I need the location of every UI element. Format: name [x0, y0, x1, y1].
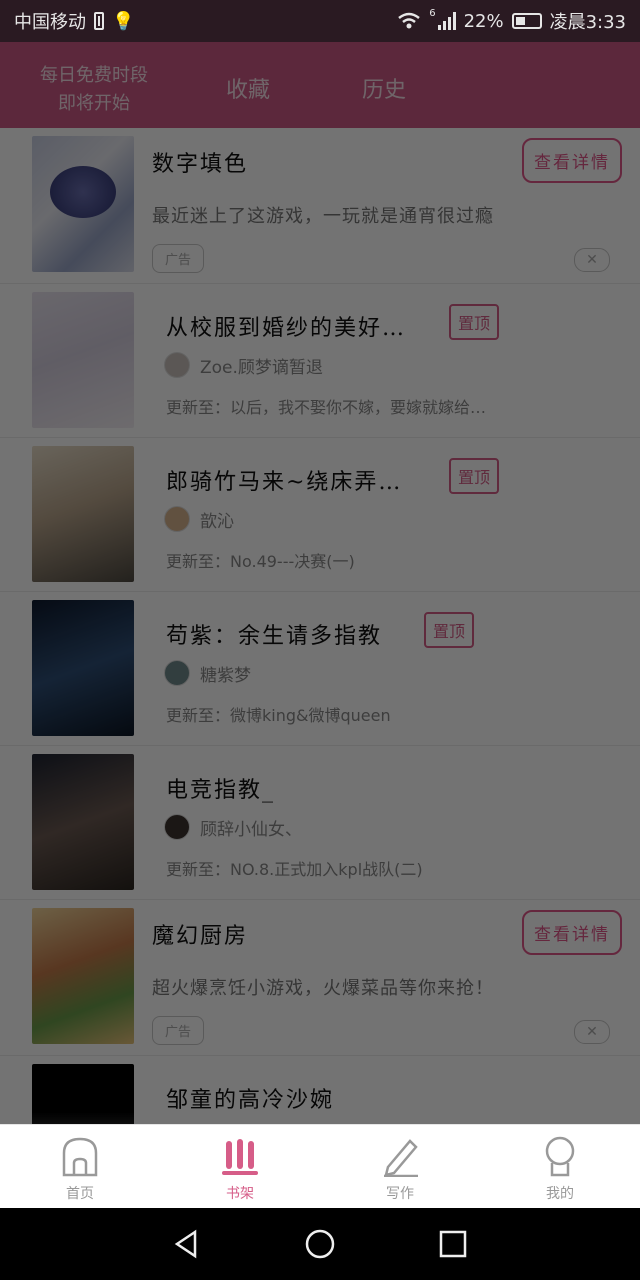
ad-item[interactable]: 数字填色 最近迷上了这游戏，一玩就是通宵很过瘾 查看详情 广告 ✕ [0, 128, 640, 284]
wifi-icon [398, 12, 420, 29]
author-avatar [164, 814, 190, 840]
author-name: 顾辞小仙女、 [200, 819, 302, 840]
system-nav-bar [0, 1208, 640, 1280]
tab-write[interactable]: 写作 [320, 1125, 480, 1209]
profile-icon [545, 1136, 575, 1177]
close-ad-button[interactable]: ✕ [574, 248, 610, 272]
book-cover [32, 446, 134, 582]
home-icon [62, 1137, 98, 1177]
battery-percent: 22% [463, 10, 504, 32]
view-details-button[interactable]: 查看详情 [522, 138, 622, 183]
book-item[interactable]: 从校服到婚纱的美好… 置顶 Zoe.顾梦谪暂退 更新至：以后，我不娶你不嫁，要嫁… [0, 284, 640, 438]
pin-button[interactable]: 置顶 [449, 304, 500, 340]
book-item[interactable]: 苟紫：余生请多指教 置顶 糖紫梦 更新至：微博king&微博queen [0, 592, 640, 746]
back-icon[interactable] [171, 1228, 203, 1260]
update-info: 更新至：NO.8.正式加入kpl战队(二) [166, 860, 423, 879]
book-item[interactable]: 电竞指教_ 顾辞小仙女、 更新至：NO.8.正式加入kpl战队(二) [0, 746, 640, 900]
ad-description: 超火爆烹饪小游戏，火爆菜品等你来抢！ [152, 978, 494, 999]
carrier-label: 中国移动 [14, 12, 86, 33]
tab-bookshelf[interactable]: 书架 [160, 1125, 320, 1209]
tab-write-label: 写作 [386, 1186, 414, 1202]
ad-cover-image [32, 136, 134, 272]
tab-mine-label: 我的 [546, 1186, 574, 1202]
bottom-tab-bar: 首页 书架 写作 我的 [0, 1124, 640, 1209]
home-circle-icon[interactable] [304, 1228, 336, 1260]
author-row: 糖紫梦 [164, 660, 251, 686]
daily-free-banner[interactable]: 每日免费时段 即将开始 [24, 62, 164, 118]
book-item[interactable]: 邹童的高冷沙婉 [0, 1056, 640, 1124]
book-title: 电竞指教_ [166, 778, 276, 803]
tab-favorites[interactable]: 收藏 [226, 72, 270, 104]
book-title: 邹童的高冷沙婉 [166, 1088, 335, 1113]
author-row: 歆沁 [164, 506, 234, 532]
pin-button[interactable]: 置顶 [424, 612, 475, 648]
book-title: 从校服到婚纱的美好… [166, 316, 407, 341]
author-avatar [164, 506, 190, 532]
book-cover [32, 754, 134, 890]
ad-title: 魔幻厨房 [152, 924, 249, 949]
bookshelf-icon [222, 1139, 258, 1175]
tab-mine[interactable]: 我的 [480, 1125, 640, 1209]
pencil-icon [384, 1139, 418, 1177]
saver-icon [94, 12, 104, 30]
tab-history[interactable]: 历史 [362, 72, 406, 104]
book-item[interactable]: 郎骑竹马来~绕床弄… 置顶 歆沁 更新至：No.49---决赛(一) [0, 438, 640, 592]
update-info: 更新至：以后，我不娶你不嫁，要嫁就嫁给… [166, 398, 487, 417]
ad-label: 广告 [152, 244, 205, 273]
author-name: 歆沁 [200, 511, 234, 532]
book-cover [32, 600, 134, 736]
book-title: 郎骑竹马来~绕床弄… [166, 470, 403, 495]
ad-item[interactable]: 魔幻厨房 超火爆烹饪小游戏，火爆菜品等你来抢！ 查看详情 广告 ✕ [0, 900, 640, 1056]
daily-free-line1: 每日免费时段 [40, 65, 148, 86]
daily-free-line2: 即将开始 [58, 93, 130, 114]
tab-home[interactable]: 首页 [0, 1125, 160, 1209]
author-row: 顾辞小仙女、 [164, 814, 302, 840]
author-avatar [164, 660, 190, 686]
author-name: 糖紫梦 [200, 665, 251, 686]
battery-icon [511, 13, 542, 29]
status-bar: 中国移动 💡 6 22% 凌晨3:33 [0, 0, 640, 42]
tab-bookshelf-label: 书架 [226, 1186, 254, 1202]
author-row: Zoe.顾梦谪暂退 [164, 352, 323, 378]
book-cover [32, 1064, 134, 1124]
signal-icon [437, 12, 456, 30]
ad-description: 最近迷上了这游戏，一玩就是通宵很过瘾 [152, 206, 494, 227]
bulb-icon: 💡 [112, 10, 135, 32]
close-ad-button[interactable]: ✕ [574, 1020, 610, 1044]
view-details-button[interactable]: 查看详情 [522, 910, 622, 955]
book-list: 数字填色 最近迷上了这游戏，一玩就是通宵很过瘾 查看详情 广告 ✕ 从校服到婚纱… [0, 128, 640, 1124]
recents-icon[interactable] [437, 1228, 469, 1260]
author-name: Zoe.顾梦谪暂退 [200, 357, 323, 378]
ad-title: 数字填色 [152, 152, 249, 177]
update-info: 更新至：微博king&微博queen [166, 706, 391, 725]
ad-label: 广告 [152, 1016, 205, 1045]
author-avatar [164, 352, 190, 378]
shelf-header: 每日免费时段 即将开始 收藏 历史 [0, 42, 640, 128]
tab-home-label: 首页 [66, 1186, 94, 1202]
book-title: 苟紫：余生请多指教 [166, 624, 383, 649]
ad-cover-image [32, 908, 134, 1044]
book-cover [32, 292, 134, 428]
network-type: 6 [429, 8, 436, 19]
pin-button[interactable]: 置顶 [449, 458, 500, 494]
update-info: 更新至：No.49---决赛(一) [166, 552, 355, 571]
clock: 凌晨3:33 [549, 12, 626, 33]
